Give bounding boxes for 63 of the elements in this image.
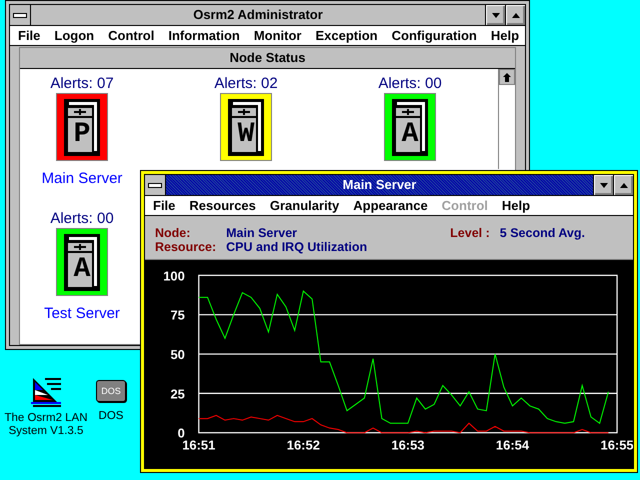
y-tick-label: 50 xyxy=(170,347,185,362)
down-arrow-icon xyxy=(600,182,608,188)
node-caption: Node: xyxy=(155,226,192,240)
window-title: Osrm2 Administrator xyxy=(192,6,324,24)
x-tick-label: 16:52 xyxy=(286,438,320,453)
up-arrow-icon xyxy=(620,182,628,188)
menu-item[interactable]: Information xyxy=(168,28,240,43)
minimize-button[interactable] xyxy=(485,5,505,25)
panel-title: Node Status xyxy=(20,48,515,69)
server-letter: A xyxy=(72,255,92,285)
server-letter: A xyxy=(400,120,420,150)
down-arrow-icon xyxy=(492,12,500,18)
level-value: 5 Second Avg. xyxy=(500,226,585,240)
menu-item[interactable]: Control xyxy=(108,28,154,43)
server-icon[interactable]: A xyxy=(56,228,108,296)
y-tick-label: 75 xyxy=(170,308,185,323)
dos-icon[interactable]: DOS xyxy=(96,380,126,402)
server-icon[interactable]: A xyxy=(384,93,436,161)
alerts-count: Alerts: 02 xyxy=(214,75,278,93)
server-icon[interactable]: W xyxy=(220,93,272,161)
sailboat-logo-icon[interactable] xyxy=(29,376,63,408)
alerts-count: Alerts: 00 xyxy=(50,210,114,228)
system-menu-button[interactable] xyxy=(10,5,31,25)
server-letter: W xyxy=(236,120,256,150)
scroll-bar[interactable] xyxy=(498,69,515,169)
menu-item[interactable]: Granularity xyxy=(270,198,340,213)
server-letter: P xyxy=(72,120,92,150)
alerts-count: Alerts: 07 xyxy=(50,75,114,93)
menu-item[interactable]: Resources xyxy=(189,198,256,213)
menu-item[interactable]: Help xyxy=(502,198,530,213)
y-tick-label: 100 xyxy=(163,268,185,284)
up-arrow-icon xyxy=(503,72,511,82)
menu-item[interactable]: File xyxy=(18,28,40,43)
menu-item[interactable]: Exception xyxy=(316,28,378,43)
maximize-button[interactable] xyxy=(505,5,525,25)
minimize-button[interactable] xyxy=(593,175,613,195)
x-tick-label: 16:54 xyxy=(496,438,530,453)
window-title: Main Server xyxy=(342,176,418,194)
x-tick-label: 16:55 xyxy=(600,438,633,453)
menu-item[interactable]: Logon xyxy=(54,28,94,43)
menu-item[interactable]: Appearance xyxy=(353,198,428,213)
resource-caption: Resource: xyxy=(155,240,216,254)
alerts-count: Alerts: 00 xyxy=(378,75,442,93)
node-label: Main Server xyxy=(42,170,122,187)
menu-item[interactable]: File xyxy=(153,198,176,213)
scroll-up-button[interactable] xyxy=(499,69,515,85)
x-tick-label: 16:53 xyxy=(391,438,424,453)
x-tick-label: 16:51 xyxy=(182,438,216,453)
y-tick-label: 25 xyxy=(170,386,185,402)
maximize-button[interactable] xyxy=(613,175,633,195)
level-caption: Level : xyxy=(450,226,490,240)
desktop-icon-label[interactable]: The Osrm2 LAN System V1.3.5 xyxy=(0,412,92,438)
menu-item[interactable]: Monitor xyxy=(254,28,302,43)
menu-item[interactable]: Configuration xyxy=(392,28,477,43)
server-icon[interactable]: P xyxy=(56,93,108,161)
menu-item[interactable]: Help xyxy=(490,28,520,43)
desktop-icon-label[interactable]: DOS xyxy=(98,410,124,423)
resource-value: CPU and IRQ Utilization xyxy=(226,240,368,254)
up-arrow-icon xyxy=(512,12,520,18)
y-tick-label: 0 xyxy=(178,426,185,441)
system-menu-button[interactable] xyxy=(145,175,166,195)
node-label: Test Server xyxy=(44,305,120,322)
node-value: Main Server xyxy=(226,226,298,240)
